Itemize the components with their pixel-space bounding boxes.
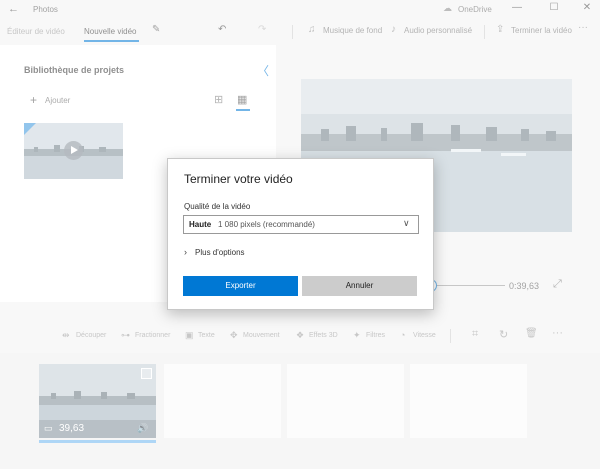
export-button[interactable]: Exporter — [183, 276, 298, 296]
finish-video-dialog: Terminer votre vidéo Qualité de la vidéo… — [167, 158, 434, 310]
quality-value-detail: 1 080 pixels (recommandé) — [218, 220, 315, 229]
cancel-button[interactable]: Annuler — [302, 276, 417, 296]
chevron-right-icon[interactable]: › — [184, 247, 187, 257]
quality-value-strong: Haute — [189, 220, 212, 229]
quality-label: Qualité de la vidéo — [184, 202, 251, 211]
dialog-title: Terminer votre vidéo — [184, 172, 293, 186]
quality-select[interactable]: Haute 1 080 pixels (recommandé) ∨ — [183, 215, 419, 234]
more-options-toggle[interactable]: Plus d'options — [195, 248, 245, 257]
chevron-down-icon: ∨ — [403, 218, 410, 228]
